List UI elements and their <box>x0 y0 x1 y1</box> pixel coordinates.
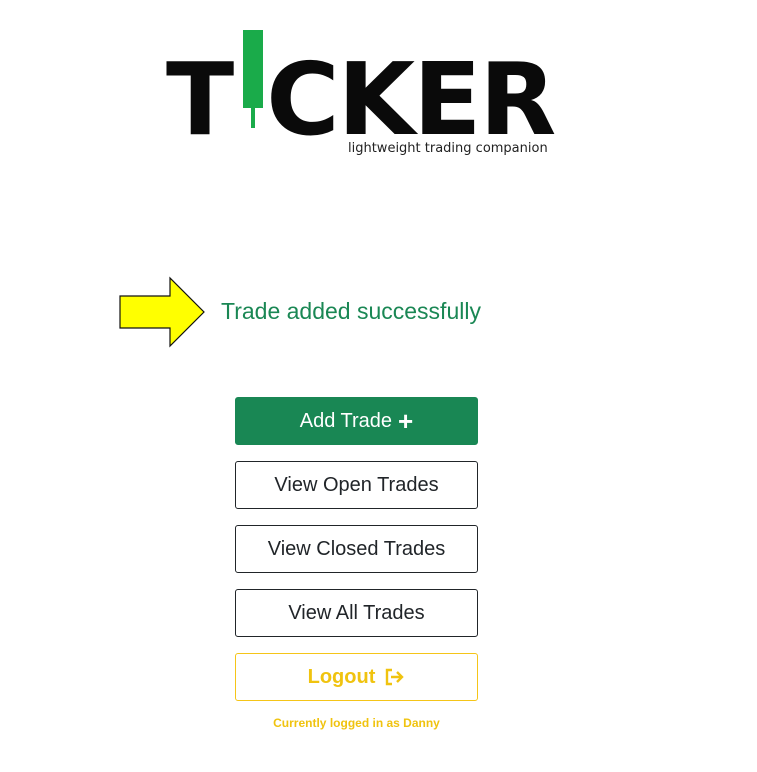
arrow-right-icon <box>119 276 205 348</box>
candlestick-wick <box>251 106 255 128</box>
add-trade-label: Add Trade <box>299 409 393 432</box>
view-open-trades-button[interactable]: View Open Trades <box>235 461 478 509</box>
logo-wordmark-right: CKER <box>266 41 556 158</box>
logout-icon <box>386 668 405 686</box>
plus-icon: + <box>398 406 414 436</box>
logo-tagline: lightweight trading companion <box>348 141 548 156</box>
add-trade-button[interactable]: Add Trade + <box>235 397 478 445</box>
logo-wordmark-left: T <box>166 41 234 158</box>
view-closed-trades-button[interactable]: View Closed Trades <box>235 525 478 573</box>
logout-button[interactable]: Logout <box>235 653 478 701</box>
candlestick-body <box>243 30 263 108</box>
view-closed-trades-label: View Closed Trades <box>267 537 446 560</box>
logout-label: Logout <box>307 665 376 688</box>
logo-wordmark: T CKER <box>166 41 556 158</box>
flash-message: Trade added successfully <box>221 298 481 324</box>
view-all-trades-button[interactable]: View All Trades <box>235 589 478 637</box>
view-open-trades-label: View Open Trades <box>274 473 439 496</box>
logged-in-status: Currently logged in as Danny <box>273 716 440 730</box>
candlestick-icon <box>241 30 265 130</box>
ticker-logo: T CKER lightweight trading companion <box>166 30 556 160</box>
view-all-trades-label: View All Trades <box>288 601 425 624</box>
